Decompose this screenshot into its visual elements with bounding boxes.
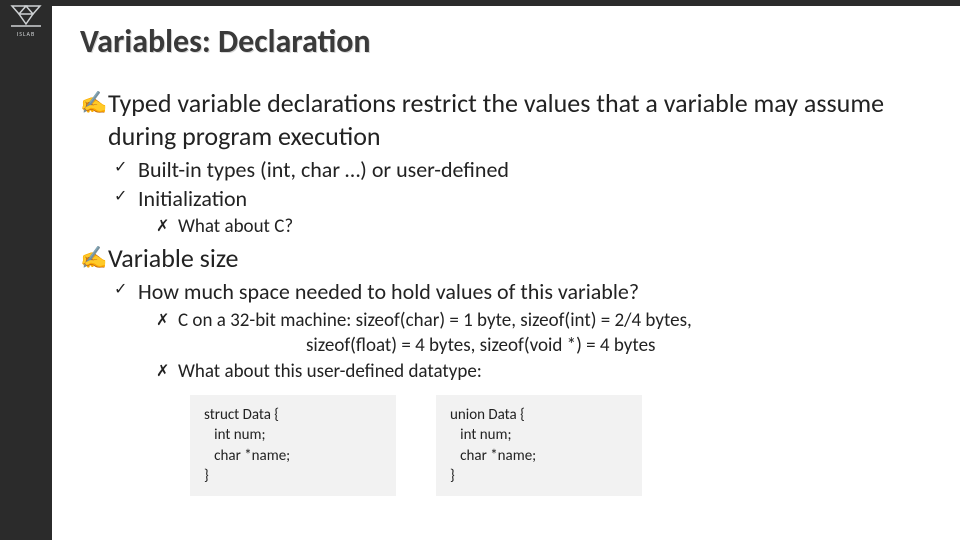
bullet-user-defined-type: What about this user-defined datatype: (156, 360, 940, 385)
top-bar (0, 0, 960, 6)
bullet-list: Typed variable declarations restrict the… (80, 87, 940, 385)
code-row: struct Data { int num; char *name; } uni… (190, 395, 940, 496)
sizeof-line1: C on a 32-bit machine: sizeof(char) = 1 … (178, 309, 692, 332)
bullet-text: Variable size (108, 242, 238, 274)
code-struct: struct Data { int num; char *name; } (190, 395, 396, 496)
left-sidebar (0, 0, 52, 540)
bullet-text: How much space needed to hold values of … (138, 278, 639, 305)
triangle-icon (9, 4, 43, 28)
content-area: Variables: Declaration Typed variable de… (80, 22, 940, 496)
bullet-what-about-c: What about C? (156, 215, 940, 240)
bullet-builtin-types: Built-in types (int, char …) or user-def… (114, 156, 940, 185)
slide: ISLAB Variables: Declaration Typed varia… (0, 0, 960, 540)
corner-logo: ISLAB (6, 4, 46, 38)
bullet-text: Initialization (138, 185, 247, 212)
bullet-how-much-space: How much space needed to hold values of … (114, 278, 940, 385)
slide-title: Variables: Declaration (80, 22, 940, 61)
bullet-variable-size: Variable size How much space needed to h… (80, 242, 940, 385)
bullet-typed-declarations: Typed variable declarations restrict the… (80, 87, 940, 240)
sizeof-line2: sizeof(float) = 4 bytes, sizeof(void *) … (178, 334, 940, 359)
bullet-initialization: Initialization What about C? (114, 185, 940, 240)
logo-label: ISLAB (6, 30, 46, 38)
bullet-sizeof: C on a 32-bit machine: sizeof(char) = 1 … (156, 309, 940, 358)
code-union: union Data { int num; char *name; } (436, 395, 642, 496)
bullet-text: Typed variable declarations restrict the… (108, 87, 884, 152)
